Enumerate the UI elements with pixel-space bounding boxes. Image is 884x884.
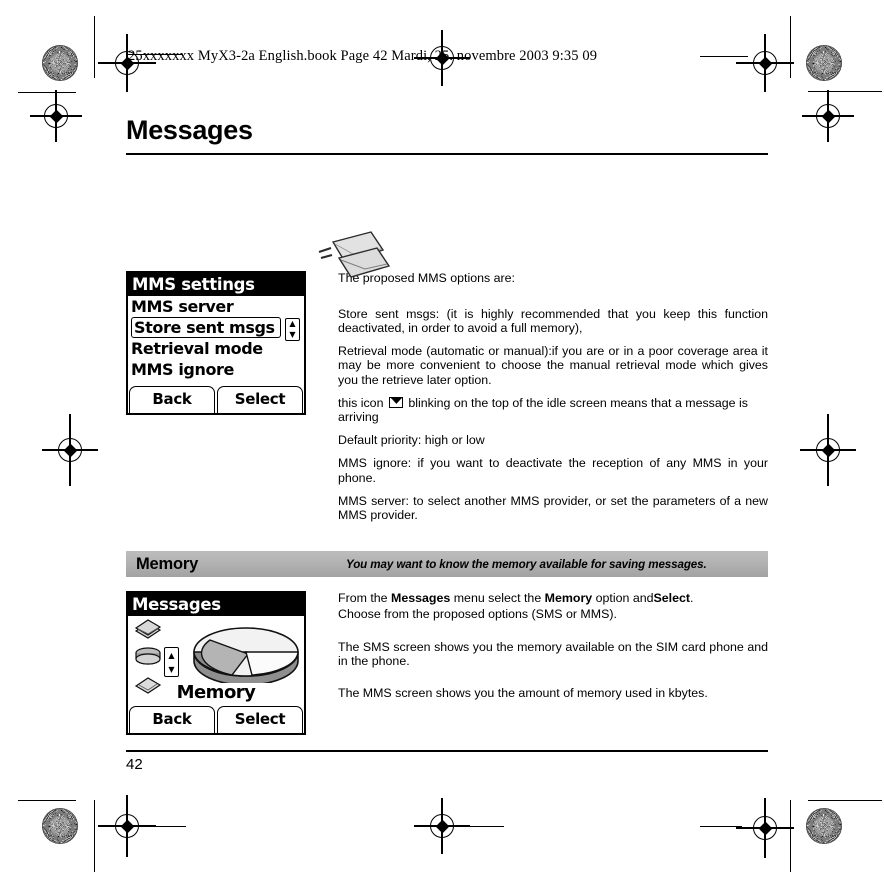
softkey-back[interactable]: Back: [129, 385, 215, 413]
memory-chart-label: Memory: [176, 682, 256, 704]
registration-mark-left-middle: [42, 414, 98, 486]
memory-pie-chart: [190, 621, 302, 687]
scroll-up-icon[interactable]: ▲: [289, 320, 295, 328]
memory-screen-scrollbar[interactable]: ▲ ▼: [164, 647, 179, 678]
trim-line-bottom-right-h: [700, 826, 742, 828]
mms-settings-screen-column: MMS settings MMS server Store sent msgs …: [126, 270, 308, 415]
mms-server-paragraph: MMS server: to select another MMS provid…: [338, 493, 768, 523]
mms-icon-text-before: this icon: [338, 395, 384, 410]
scroll-up-icon[interactable]: ▲: [168, 651, 174, 659]
book-file-header: 25xxxxxxx MyX3-2a English.book Page 42 M…: [128, 48, 598, 64]
mms-ignore-paragraph: MMS ignore: if you want to deactivate th…: [338, 456, 768, 485]
trim-line-bottom-center-h: [466, 826, 504, 828]
memory-screen-column: Messages ▲ ▼ Memory Back Select: [126, 591, 308, 736]
envelopes-icon: [303, 224, 393, 284]
sim-card-icon[interactable]: [132, 646, 164, 670]
memory-paragraph-1: From the Messages menu select the Memory…: [338, 591, 768, 605]
memory-text: From the Messages menu select the Memory…: [338, 591, 768, 709]
trim-line-bottom-left-h2: [130, 826, 186, 828]
memory-section-subtitle: You may want to know the memory availabl…: [346, 557, 707, 571]
menu-item-store-sent-msgs[interactable]: Store sent msgs: [131, 316, 281, 338]
sms-stack-icon[interactable]: [132, 619, 164, 643]
registration-mark-bottom-center: [414, 798, 470, 854]
scroll-down-icon[interactable]: ▼: [289, 330, 295, 338]
memory-paragraph-4: The MMS screen shows you the amount of m…: [338, 686, 708, 701]
memory-section-header: Memory You may want to know the memory a…: [126, 551, 768, 578]
memory-paragraph-3: The SMS screen shows you the memory avai…: [338, 639, 768, 668]
color-rosette-bottom-left: [42, 808, 78, 844]
registration-mark-corner-top-right: [802, 90, 854, 142]
memory-paragraph-2: Choose from the proposed options (SMS or…: [338, 607, 617, 622]
trim-line-left-top-h: [18, 92, 76, 94]
registration-mark-bottom-left: [98, 795, 156, 857]
mms-settings-phone-screen: MMS settings MMS server Store sent msgs …: [126, 270, 306, 415]
scroll-down-icon[interactable]: ▼: [168, 665, 174, 673]
mms-menu-list: MMS server Store sent msgs Retrieval mod…: [128, 296, 304, 380]
trim-line-right-bottom-h: [808, 800, 882, 802]
mms-screen-scrollbar[interactable]: ▲ ▼: [285, 317, 300, 341]
memory-p1-memory: Memory: [544, 591, 593, 606]
message-envelope-icon: [388, 396, 403, 408]
trim-line-top-left-v: [94, 16, 96, 78]
mms-settings-text: The proposed MMS options are: Store sent…: [338, 271, 768, 532]
color-rosette-top-right: [806, 45, 842, 81]
mms-screen-title: MMS settings: [128, 272, 304, 296]
memory-p1-messages: Messages: [391, 591, 451, 606]
page-number: 42: [126, 756, 143, 773]
mms-settings-row: MMS settings MMS server Store sent msgs …: [126, 270, 768, 532]
footer-rule: [126, 750, 768, 752]
menu-item-retrieval-mode[interactable]: Retrieval mode: [131, 338, 301, 359]
memory-screen-title: Messages: [128, 593, 304, 617]
mms-intro-paragraph: The proposed MMS options are:: [338, 270, 516, 285]
mms-icon-paragraph: this icon blinking on the top of the idl…: [338, 396, 768, 424]
mms-store-paragraph: Store sent msgs: (it is highly recommend…: [338, 306, 768, 335]
menu-item-mms-server[interactable]: MMS server: [131, 296, 301, 317]
memory-p1-select: Select: [653, 591, 691, 606]
trim-line-right-top-h2: [808, 91, 882, 93]
title-rule: [126, 153, 768, 155]
softkey-select[interactable]: Select: [217, 385, 303, 413]
trim-line-left-bottom-h: [18, 800, 76, 802]
registration-mark-right-middle: [800, 414, 856, 486]
memory-phone-screen: Messages ▲ ▼ Memory Back Select: [126, 591, 306, 736]
memory-p1-g: .: [690, 591, 694, 606]
trim-line-bottom-right-v: [790, 800, 792, 872]
mms-screen-softkeys: Back Select: [128, 385, 304, 413]
page-title: Messages: [126, 115, 253, 145]
memory-section-title: Memory: [136, 554, 199, 573]
memory-row: Messages ▲ ▼ Memory Back Select From the…: [126, 591, 768, 736]
registration-mark-corner-top-left: [30, 90, 82, 142]
trim-line-top-right-v: [790, 16, 792, 78]
registration-mark-bottom-right: [736, 798, 794, 858]
mms-priority-paragraph: Default priority: high or low: [338, 433, 485, 448]
memory-p1-e: option and: [595, 591, 654, 606]
document-page: 25xxxxxxx MyX3-2a English.book Page 42 M…: [118, 48, 768, 736]
menu-item-mms-ignore[interactable]: MMS ignore: [131, 359, 301, 380]
softkey-select[interactable]: Select: [217, 706, 303, 734]
memory-p1-a: From the: [338, 591, 388, 606]
softkey-back[interactable]: Back: [129, 706, 215, 734]
trim-line-bottom-left-v: [94, 800, 96, 872]
mms-retrieval-paragraph: Retrieval mode (automatic or manual):if …: [338, 344, 768, 387]
color-rosette-bottom-right: [806, 808, 842, 844]
color-rosette-top-left: [42, 45, 78, 81]
memory-screen-softkeys: Back Select: [128, 706, 304, 734]
memory-p1-c: menu select the: [453, 591, 542, 606]
